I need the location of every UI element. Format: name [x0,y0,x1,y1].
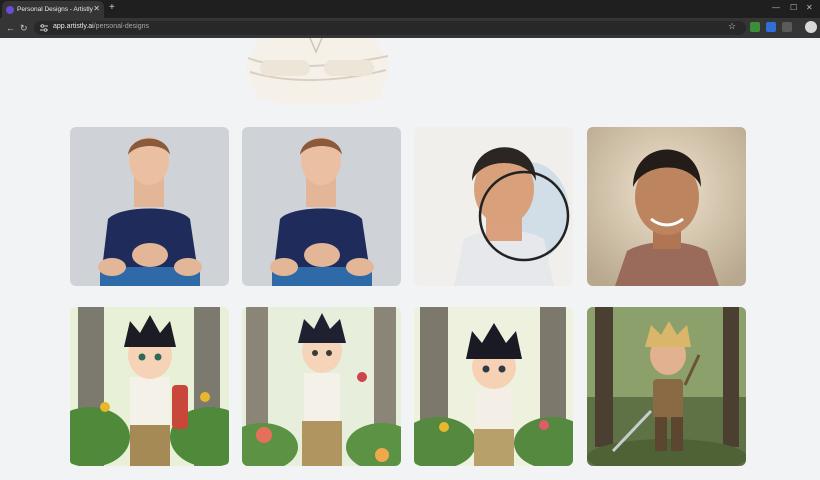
star-icon[interactable]: ☆ [728,21,736,32]
reload-icon[interactable]: ↻ [20,22,28,34]
maximize-icon[interactable]: ☐ [790,3,797,13]
tab-title: Personal Designs - Artistly [17,6,93,13]
extension-icon[interactable] [782,22,792,32]
gallery-image-photo-1[interactable] [70,127,229,286]
artistly-favicon-icon [6,5,14,14]
gallery-image-cartoon-3[interactable] [414,307,573,466]
extension-icon[interactable] [750,22,760,32]
window-close-icon[interactable]: ✕ [806,3,813,13]
gallery-image-watercolor[interactable] [414,127,573,286]
close-icon[interactable]: ✕ [93,4,100,14]
page-content [0,38,820,480]
minimize-icon[interactable]: — [772,3,780,13]
new-tab-button[interactable]: + [109,2,115,14]
gallery-image-painting[interactable] [587,127,746,286]
browser-titlebar: Personal Designs - Artistly ✕ + — ☐ ✕ [0,0,820,18]
gallery-image-cartoon-1[interactable] [70,307,229,466]
url-text[interactable]: app.artistly.ai/personal-designs [53,23,149,30]
browser-tab[interactable]: Personal Designs - Artistly ✕ [2,1,104,18]
featured-image[interactable] [240,38,394,104]
gallery-image-cartoon-2[interactable] [242,307,401,466]
back-icon[interactable]: ← [6,22,15,34]
gallery-image-3d-warrior[interactable] [587,307,746,466]
gallery-image-photo-2[interactable] [242,127,401,286]
profile-icon[interactable] [805,21,817,33]
extension-icon[interactable] [766,22,776,32]
site-info-icon[interactable] [40,24,48,32]
